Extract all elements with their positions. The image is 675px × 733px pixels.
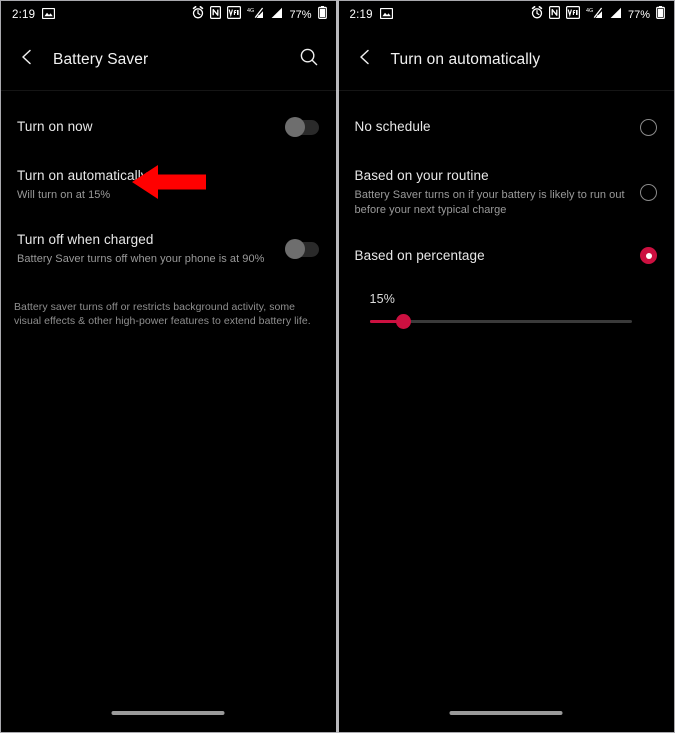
turn-on-now-toggle[interactable] (284, 117, 319, 137)
option-based-on-percentage[interactable]: Based on percentage (339, 232, 675, 276)
option-title: No schedule (354, 119, 431, 134)
vowifi-icon (565, 6, 580, 24)
screenshot-image-icon (42, 6, 56, 24)
right-screen: 2:19 4G R 77% Turn on automatically No s… (338, 0, 675, 733)
option-title: Based on percentage (354, 247, 485, 263)
row-turn-off-when-charged[interactable]: Turn off when charged Battery Saver turn… (1, 217, 336, 278)
radio-no-schedule[interactable] (640, 118, 657, 136)
battery-icon (317, 6, 327, 24)
status-bar-clock: 2:19 (349, 9, 373, 21)
row-turn-on-now[interactable]: Turn on now (1, 105, 336, 149)
row-subtitle: Will turn on at 15% (17, 189, 111, 201)
toggle-knob (284, 117, 305, 137)
row-turn-on-automatically[interactable]: Turn on automatically Will turn on at 15… (1, 149, 336, 217)
svg-text:4G: 4G (586, 8, 593, 14)
status-bar-right: 4G R 77% (531, 6, 665, 24)
option-title: Based on your routine (354, 168, 489, 183)
status-bar-left: 2:19 (350, 6, 393, 24)
row-turn-on-now-texts: Turn on now (17, 118, 285, 136)
option-subtitle: Battery Saver turns on if your battery i… (354, 189, 625, 216)
status-bar-left: 2:19 (12, 6, 56, 24)
vowifi-icon (227, 6, 242, 24)
svg-text:4G: 4G (247, 8, 254, 14)
row-title: Turn on now (17, 119, 93, 134)
status-bar-clock: 2:19 (12, 9, 36, 21)
row-turn-off-when-charged-texts: Turn off when charged Battery Saver turn… (17, 231, 285, 267)
percentage-slider-block: 15% (339, 276, 675, 329)
option-based-on-your-routine-texts: Based on your routine Battery Saver turn… (355, 167, 641, 218)
screenshot-image-icon (379, 6, 393, 24)
row-title: Turn on automatically (17, 168, 148, 183)
svg-text:R: R (597, 14, 600, 19)
screenshot-pair: 2:19 4G R 77% Battery Saver Turn on now … (0, 0, 675, 733)
page-title: Turn on automatically (390, 50, 541, 68)
percentage-slider[interactable] (369, 314, 632, 329)
row-title: Turn off when charged (17, 232, 154, 247)
battery-icon (656, 6, 665, 24)
back-button[interactable] (13, 46, 41, 74)
signal-bars-icon (609, 6, 622, 24)
turn-off-when-charged-toggle[interactable] (284, 239, 319, 259)
back-chevron-icon (18, 48, 36, 71)
radio-based-on-percentage[interactable] (640, 247, 657, 264)
battery-percent-label: 77% (289, 9, 312, 21)
option-based-on-percentage-texts: Based on percentage (355, 247, 641, 265)
slider-value-label: 15% (369, 292, 396, 306)
alarm-icon (531, 6, 543, 24)
slider-thumb[interactable] (396, 314, 412, 329)
row-turn-on-automatically-texts: Turn on automatically Will turn on at 15… (17, 167, 319, 203)
option-no-schedule[interactable]: No schedule (339, 105, 675, 149)
search-button[interactable] (296, 47, 322, 73)
right-app-bar: Turn on automatically (338, 29, 674, 91)
signal-bars-icon (270, 6, 283, 24)
search-icon (299, 47, 319, 72)
radio-based-on-your-routine[interactable] (640, 184, 657, 201)
toggle-knob (284, 239, 305, 259)
gesture-home-bar[interactable] (449, 711, 563, 715)
status-bar-right: 4G R 77% (192, 6, 327, 24)
nfc-icon (210, 6, 222, 24)
battery-percent-label: 77% (627, 9, 650, 21)
status-bar: 2:19 4G R 77% (339, 1, 675, 29)
page-title: Battery Saver (53, 50, 149, 68)
schedule-options-list: No schedule Based on your routine Batter… (339, 91, 675, 329)
battery-saver-settings-list: Turn on now Turn on automatically Will t… (1, 91, 336, 328)
option-no-schedule-texts: No schedule (355, 118, 641, 136)
back-chevron-icon (356, 48, 374, 71)
status-bar: 2:19 4G R 77% (1, 1, 336, 29)
left-app-bar: Battery Saver (1, 29, 336, 91)
option-based-on-your-routine[interactable]: Based on your routine Battery Saver turn… (339, 149, 675, 232)
mobile-data-4g-slash-icon: 4G R (247, 6, 264, 24)
back-button[interactable] (351, 46, 379, 74)
left-screen: 2:19 4G R 77% Battery Saver Turn on now … (0, 0, 336, 733)
alarm-icon (192, 6, 204, 24)
nfc-icon (548, 6, 560, 24)
gesture-home-bar[interactable] (111, 711, 225, 715)
svg-text:R: R (258, 14, 261, 19)
mobile-data-4g-slash-icon: 4G R (586, 6, 603, 24)
battery-saver-description: Battery saver turns off or restricts bac… (14, 301, 311, 327)
row-subtitle: Battery Saver turns off when your phone … (17, 253, 265, 265)
